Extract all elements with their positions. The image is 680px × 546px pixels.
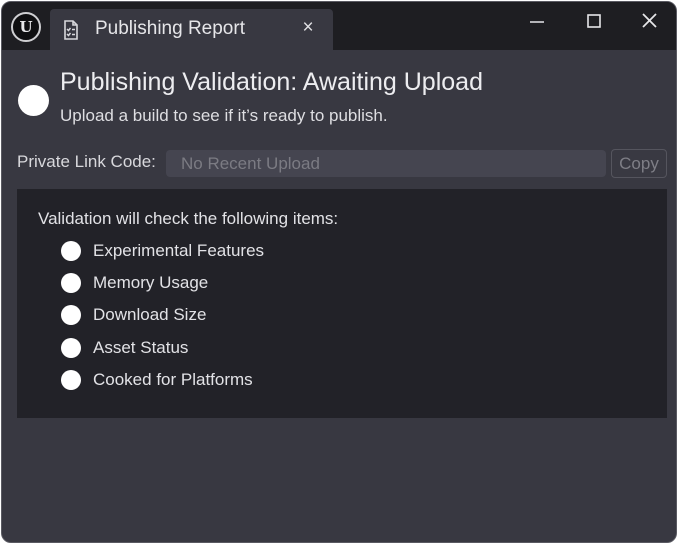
maximize-button[interactable] — [580, 10, 606, 34]
private-link-field[interactable]: No Recent Upload — [166, 150, 606, 177]
check-item-label: Asset Status — [93, 338, 189, 357]
check-item-label: Memory Usage — [93, 273, 209, 292]
pending-circle-icon — [61, 241, 81, 261]
tab-title: Publishing Report — [95, 18, 245, 39]
pending-circle-icon — [61, 338, 81, 358]
checklist-heading: Validation will check the following item… — [38, 209, 339, 228]
unreal-logo-icon: U — [11, 12, 41, 42]
close-icon — [642, 13, 657, 28]
tab-close-icon[interactable]: × — [300, 18, 316, 37]
pending-circle-icon — [61, 273, 81, 293]
pending-circle-icon — [61, 305, 81, 325]
minimize-button[interactable] — [523, 10, 549, 34]
validation-status-title: Publishing Validation: Awaiting Upload — [60, 68, 483, 96]
pending-circle-icon — [61, 370, 81, 390]
tab-publishing-report[interactable]: Publishing Report × — [50, 9, 333, 50]
publishing-report-window: U Publishing Report × Publishing Validat… — [1, 1, 677, 543]
close-window-button[interactable] — [636, 10, 662, 34]
validation-status-subtitle: Upload a build to see if it’s ready to p… — [60, 106, 388, 125]
report-checklist-icon — [63, 20, 79, 45]
check-item-label: Cooked for Platforms — [93, 370, 253, 389]
private-link-label: Private Link Code: — [17, 152, 156, 171]
validation-checklist-panel: Validation will check the following item… — [17, 189, 667, 418]
title-bar[interactable]: U Publishing Report × — [2, 2, 676, 50]
check-item-label: Experimental Features — [93, 241, 265, 260]
minimize-icon — [530, 21, 544, 23]
maximize-icon — [587, 14, 601, 28]
copy-button[interactable]: Copy — [611, 149, 667, 178]
check-item-label: Download Size — [93, 305, 207, 324]
status-circle-icon — [18, 85, 49, 116]
